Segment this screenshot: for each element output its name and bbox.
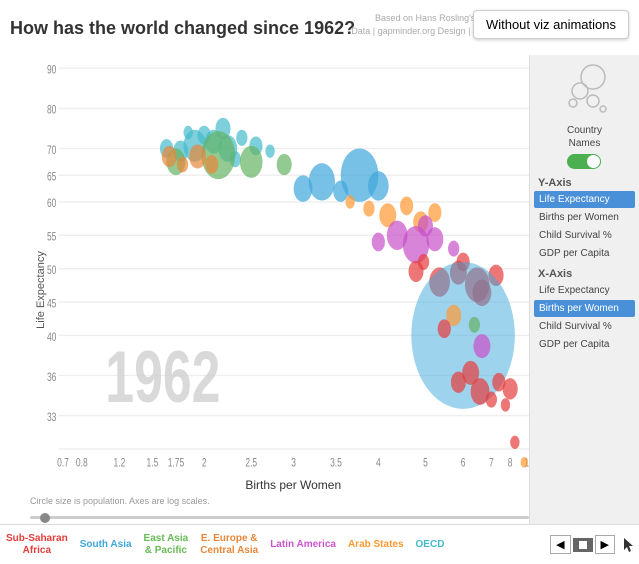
svg-text:0.7: 0.7 [57, 457, 69, 469]
legend-label-east-asia: East Asia& Pacific [144, 533, 189, 557]
cursor-indicator [619, 535, 639, 555]
y-option-gdp[interactable]: GDP per Capita [534, 245, 635, 262]
timeline-slider-container [30, 510, 529, 524]
svg-text:1.75: 1.75 [168, 457, 185, 469]
y-option-child-survival[interactable]: Child Survival % [534, 227, 635, 244]
legend-label-arab-states: Arab States [348, 539, 404, 550]
x-option-life-expectancy[interactable]: Life Expectancy [534, 282, 635, 299]
without-viz-animations-label: Without viz animations [486, 17, 616, 32]
svg-text:7: 7 [489, 457, 494, 469]
right-panel: CountryNames Y-Axis Life Expectancy Birt… [529, 55, 639, 524]
legend-sub-saharan-africa[interactable]: Sub-SaharanAfrica [0, 533, 74, 557]
prev-frame-button[interactable]: ◀ [550, 535, 570, 554]
bubble-icons [555, 63, 615, 118]
next-frame-button[interactable]: ▶ [595, 535, 615, 554]
x-option-gdp[interactable]: GDP per Capita [534, 336, 635, 353]
svg-text:40: 40 [47, 332, 57, 345]
svg-text:65: 65 [47, 171, 57, 184]
svg-text:36: 36 [47, 372, 57, 385]
legend-label-e-europe: E. Europe &Central Asia [200, 533, 258, 557]
chart-note: Circle size is population. Axes are log … [30, 496, 210, 506]
svg-text:2.5: 2.5 [245, 457, 257, 469]
legend-label-oecd: OECD [416, 539, 445, 550]
x-option-child-survival[interactable]: Child Survival % [534, 318, 635, 335]
legend-arab-states[interactable]: Arab States [342, 539, 410, 550]
x-option-births[interactable]: Births per Women [534, 300, 635, 317]
y-axis-section-title: Y-Axis [534, 177, 635, 189]
y-option-life-expectancy[interactable]: Life Expectancy [534, 191, 635, 208]
legend-south-asia[interactable]: South Asia [74, 539, 138, 550]
legend-e-europe[interactable]: E. Europe &Central Asia [194, 533, 264, 557]
svg-text:8: 8 [508, 457, 513, 469]
legend-label-sub-saharan: Sub-SaharanAfrica [6, 533, 68, 557]
play-pause-button[interactable] [573, 538, 593, 552]
y-option-births[interactable]: Births per Women [534, 209, 635, 226]
slider-thumb[interactable] [40, 513, 50, 523]
legend-east-asia[interactable]: East Asia& Pacific [138, 533, 195, 557]
country-names-section: CountryNames [567, 124, 602, 169]
svg-text:33: 33 [47, 412, 57, 425]
svg-text:80: 80 [47, 105, 57, 118]
svg-text:1.2: 1.2 [114, 457, 126, 469]
x-axis-section-title: X-Axis [534, 268, 635, 280]
legend-label-latin-america: Latin America [270, 539, 336, 550]
svg-text:60: 60 [47, 198, 57, 211]
svg-text:50: 50 [47, 265, 57, 278]
legend-label-south-asia: South Asia [80, 539, 132, 550]
svg-text:1962: 1962 [105, 336, 220, 418]
legend-latin-america[interactable]: Latin America [264, 539, 342, 550]
svg-text:4: 4 [376, 457, 381, 469]
svg-text:5: 5 [423, 457, 428, 469]
playback-controls: ◀ ▶ [550, 535, 619, 554]
svg-text:90: 90 [47, 64, 57, 77]
toggle-switch[interactable] [567, 154, 601, 169]
svg-text:6: 6 [461, 457, 466, 469]
country-names-label: CountryNames [567, 124, 602, 150]
svg-text:1.5: 1.5 [147, 457, 159, 469]
svg-text:70: 70 [47, 145, 57, 158]
svg-text:2: 2 [202, 457, 207, 469]
svg-text:3: 3 [291, 457, 296, 469]
x-axis-label: Births per Women [245, 478, 341, 492]
without-viz-animations-button[interactable]: Without viz animations [473, 10, 629, 39]
legend-oecd[interactable]: OECD [410, 539, 451, 550]
svg-text:3.5: 3.5 [330, 457, 342, 469]
svg-text:0.8: 0.8 [76, 457, 88, 469]
svg-text:45: 45 [47, 298, 57, 311]
svg-text:55: 55 [47, 231, 57, 244]
